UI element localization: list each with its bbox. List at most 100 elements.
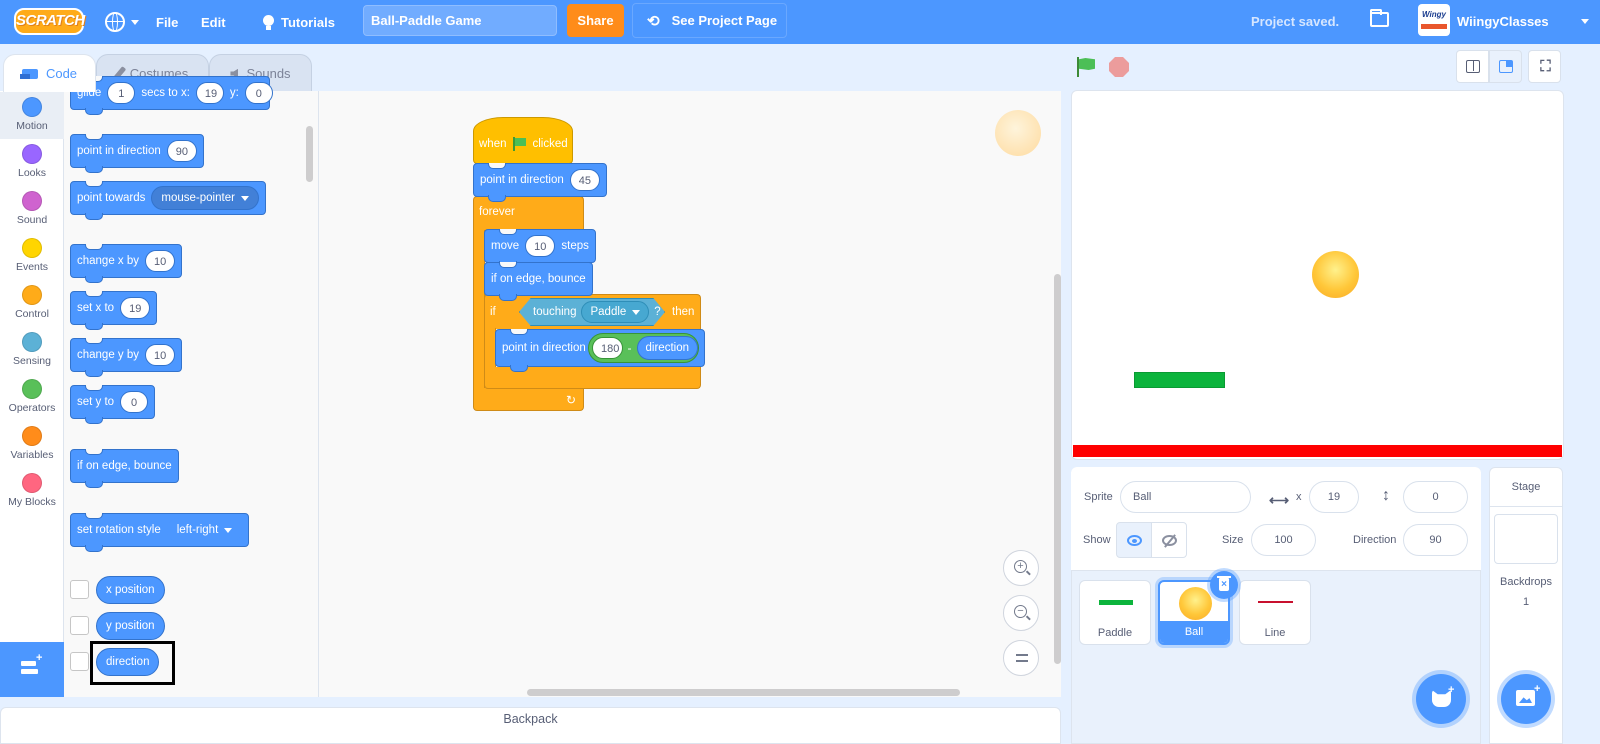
palette-block-change-y[interactable]: change y by 10	[70, 338, 183, 377]
x-position-input[interactable]: 19	[1309, 481, 1359, 513]
zoom-in-icon: +	[1014, 560, 1027, 573]
change-y-input[interactable]: 10	[145, 344, 176, 366]
script-horizontal-scrollbar[interactable]	[527, 689, 960, 696]
category-menu: Motion Looks Sound Events Control Sensin…	[0, 91, 64, 642]
script-block-move[interactable]: move 10 steps	[484, 229, 596, 268]
zoom-in-button[interactable]: +	[1003, 550, 1039, 586]
sprite-tile-paddle[interactable]: Paddle	[1079, 580, 1151, 645]
zoom-reset-button[interactable]	[1003, 640, 1039, 676]
category-operators[interactable]: Operators	[0, 374, 64, 421]
direction-input[interactable]: 45	[569, 169, 600, 191]
trash-icon	[1217, 576, 1231, 591]
hide-sprite-button[interactable]	[1151, 522, 1187, 558]
rotation-style-dropdown[interactable]: left-right	[166, 518, 243, 542]
x-position-checkbox[interactable]	[70, 580, 89, 599]
change-x-input[interactable]: 10	[145, 250, 176, 272]
block-input[interactable]: 0	[244, 82, 273, 104]
edit-menu[interactable]: Edit	[201, 0, 226, 44]
ball-thumbnail	[1179, 587, 1212, 620]
set-y-input[interactable]: 0	[120, 391, 149, 413]
palette-block-point-towards[interactable]: point towards mouse-pointer	[70, 181, 266, 220]
y-position-checkbox[interactable]	[70, 616, 89, 635]
add-extension-button[interactable]: +	[0, 642, 64, 697]
block-label: change y by	[77, 349, 140, 361]
sprite-name-input[interactable]: Ball	[1120, 481, 1251, 513]
block-input[interactable]: 19	[195, 82, 224, 104]
category-looks[interactable]: Looks	[0, 139, 64, 186]
my-stuff-folder-icon[interactable]	[1370, 9, 1389, 27]
zoom-out-icon: −	[1014, 605, 1027, 618]
zoom-out-button[interactable]: −	[1003, 595, 1039, 631]
palette-block-set-x[interactable]: set x to 19	[70, 291, 158, 330]
choose-sprite-button[interactable]: +	[1416, 674, 1466, 724]
control-dot-icon	[22, 285, 42, 305]
show-sprite-button[interactable]	[1116, 522, 1152, 558]
script-area[interactable]	[319, 91, 1061, 697]
share-button[interactable]: Share	[567, 4, 624, 37]
green-flag-button[interactable]	[1075, 56, 1097, 78]
direction-checkbox[interactable]	[70, 652, 89, 671]
category-sound[interactable]: Sound	[0, 186, 64, 233]
chevron-down-icon	[632, 309, 641, 315]
steps-input[interactable]: 10	[525, 235, 556, 257]
palette-block-set-rotation-style[interactable]: set rotation style left-right	[70, 513, 250, 552]
script-block-if-on-edge-bounce[interactable]: if on edge, bounce	[484, 262, 593, 301]
sprite-tile-line[interactable]: Line	[1239, 580, 1311, 645]
palette-scrollbar[interactable]	[306, 126, 313, 182]
username[interactable]: WiingyClasses	[1457, 0, 1549, 44]
point-towards-dropdown[interactable]: mouse-pointer	[151, 186, 259, 210]
paddle-sprite[interactable]	[1134, 372, 1225, 388]
block-input[interactable]: 1	[107, 82, 136, 104]
reporter-x-position[interactable]: x position	[96, 576, 165, 604]
palette-block-point-in-direction[interactable]: point in direction 90	[70, 134, 204, 173]
category-control[interactable]: Control	[0, 280, 64, 327]
tutorials-button[interactable]: Tutorials	[261, 0, 335, 44]
small-stage-button[interactable]	[1456, 50, 1489, 83]
minuend-input[interactable]: 180	[592, 337, 623, 359]
direction-input[interactable]: 90	[166, 140, 197, 162]
backpack-header[interactable]: Backpack	[0, 707, 1061, 744]
clicked-label: clicked	[532, 138, 568, 150]
choose-backdrop-button[interactable]: +	[1501, 674, 1551, 724]
scratch-logo[interactable]: SCRATCH	[14, 8, 85, 35]
see-project-page-label: See Project Page	[671, 13, 778, 28]
subtract-operator-block[interactable]: 180 - direction	[588, 333, 699, 363]
touching-target-dropdown[interactable]: Paddle	[581, 301, 650, 323]
avatar[interactable]: Wingy	[1418, 4, 1450, 36]
y-position-input[interactable]: 0	[1403, 481, 1468, 513]
stop-button[interactable]	[1109, 57, 1129, 77]
set-x-input[interactable]: 19	[120, 297, 151, 319]
category-my-blocks[interactable]: My Blocks	[0, 468, 64, 515]
category-variables[interactable]: Variables	[0, 421, 64, 468]
reporter-y-position[interactable]: y position	[96, 612, 165, 640]
category-sensing[interactable]: Sensing	[0, 327, 64, 374]
direction-reporter[interactable]: direction	[636, 336, 698, 360]
delete-sprite-button[interactable]	[1210, 571, 1238, 599]
project-title-input[interactable]: Ball-Paddle Game	[363, 5, 557, 36]
category-events[interactable]: Events	[0, 233, 64, 280]
hat-block-content: when clicked	[479, 137, 568, 151]
current-sprite-ghost-icon	[995, 110, 1041, 156]
touching-sensing-block[interactable]: touching Paddle ?	[519, 298, 665, 326]
ball-sprite[interactable]	[1312, 251, 1359, 298]
palette-block-set-y[interactable]: set y to 0	[70, 385, 156, 424]
account-chevron-down-icon[interactable]	[1581, 19, 1589, 24]
stage-thumbnail[interactable]	[1494, 514, 1558, 564]
size-input[interactable]: 100	[1251, 524, 1316, 556]
forever-label: forever	[479, 206, 515, 218]
normal-stage-button[interactable]	[1489, 50, 1522, 83]
direction-input[interactable]: 90	[1403, 524, 1468, 556]
fullscreen-button[interactable]: ⛶	[1528, 50, 1561, 83]
line-sprite[interactable]	[1073, 445, 1562, 457]
tab-code[interactable]: Code	[3, 54, 96, 92]
language-menu[interactable]	[105, 0, 139, 44]
palette-block-if-on-edge-bounce[interactable]: if on edge, bounce	[70, 449, 179, 488]
palette-block-glide[interactable]: glide 1 secs to x: 19 y: 0	[70, 76, 273, 115]
script-block-point-in-direction[interactable]: point in direction 45	[473, 163, 607, 202]
file-menu[interactable]: File	[156, 0, 178, 44]
see-project-page-button[interactable]: ⟲ See Project Page	[632, 3, 787, 38]
image-icon	[1516, 690, 1535, 706]
script-vertical-scrollbar[interactable]	[1054, 274, 1061, 664]
category-motion[interactable]: Motion	[0, 92, 64, 139]
palette-block-change-x[interactable]: change x by 10	[70, 244, 183, 283]
